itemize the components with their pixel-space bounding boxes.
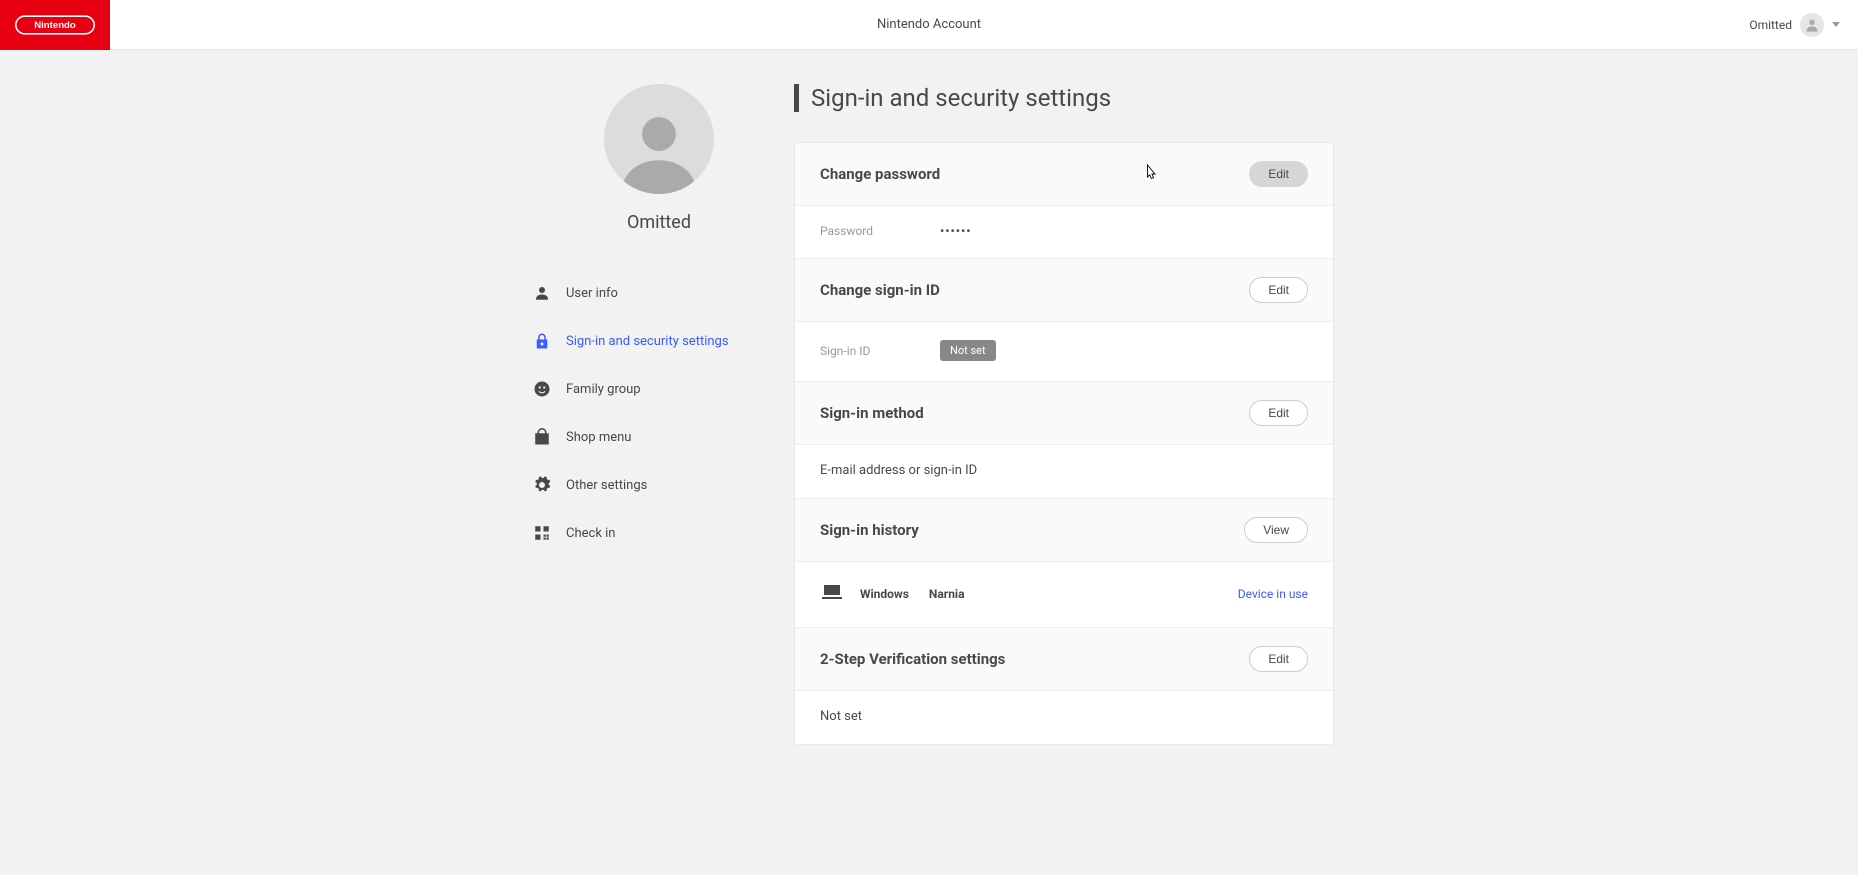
nintendo-logo[interactable]: Nintendo — [0, 0, 110, 50]
nintendo-logo-icon: Nintendo — [15, 15, 95, 35]
device-location: Narnia — [929, 587, 965, 601]
sidebar-item-other-settings[interactable]: Other settings — [532, 461, 794, 509]
profile-avatar[interactable] — [604, 84, 714, 194]
sidebar-item-label: Sign-in and security settings — [566, 334, 729, 349]
avatar-icon — [1800, 13, 1824, 37]
view-signin-history-button[interactable]: View — [1244, 517, 1308, 543]
sidebar-item-shop-menu[interactable]: Shop menu — [532, 413, 794, 461]
header-user-name: Omitted — [1749, 18, 1792, 32]
edit-password-button[interactable]: Edit — [1249, 161, 1308, 187]
main-content: Sign-in and security settings Change pas… — [794, 84, 1334, 745]
section-title: Sign-in history — [820, 521, 919, 539]
sidebar-item-label: Other settings — [566, 478, 647, 493]
settings-card: Change password Edit Password •••••• Cha… — [794, 142, 1334, 745]
edit-signin-method-button[interactable]: Edit — [1249, 400, 1308, 426]
edit-signin-id-button[interactable]: Edit — [1249, 277, 1308, 303]
sidebar-item-signin-security[interactable]: Sign-in and security settings — [532, 317, 794, 365]
gear-icon — [532, 475, 552, 495]
device-status: Device in use — [1238, 587, 1308, 601]
section-body-signin-history: Windows Narnia Device in use — [795, 562, 1333, 628]
section-body-change-signin-id: Sign-in ID Not set — [795, 322, 1333, 382]
edit-two-step-button[interactable]: Edit — [1249, 646, 1308, 672]
section-body-two-step: Not set — [795, 691, 1333, 744]
section-title: Sign-in method — [820, 404, 924, 422]
section-head-change-password: Change password Edit — [795, 143, 1333, 206]
section-head-signin-history: Sign-in history View — [795, 499, 1333, 562]
family-icon — [532, 379, 552, 399]
password-label: Password — [820, 224, 940, 238]
two-step-text: Not set — [820, 709, 862, 724]
sidebar-item-user-info[interactable]: User info — [532, 269, 794, 317]
section-title: Change password — [820, 165, 940, 183]
sidebar-nav: User info Sign-in and security settings … — [524, 269, 794, 557]
header-title: Nintendo Account — [877, 17, 981, 32]
user-icon — [532, 283, 552, 303]
laptop-icon — [820, 580, 844, 607]
profile-name: Omitted — [627, 212, 691, 233]
page-title: Sign-in and security settings — [794, 84, 1334, 112]
global-header: Nintendo Nintendo Account Omitted — [0, 0, 1858, 50]
sidebar-item-family-group[interactable]: Family group — [532, 365, 794, 413]
shop-icon — [532, 427, 552, 447]
signin-method-text: E-mail address or sign-in ID — [820, 463, 977, 478]
page-body: Omitted User info Sign-in and security s… — [0, 50, 1858, 785]
qr-icon — [532, 523, 552, 543]
password-value: •••••• — [940, 224, 972, 238]
section-head-two-step: 2-Step Verification settings Edit — [795, 628, 1333, 691]
lock-icon — [532, 331, 552, 351]
sidebar: Omitted User info Sign-in and security s… — [524, 84, 794, 745]
not-set-badge: Not set — [940, 340, 996, 361]
svg-text:Nintendo: Nintendo — [34, 20, 76, 31]
section-head-signin-method: Sign-in method Edit — [795, 382, 1333, 445]
header-user-menu[interactable]: Omitted — [1749, 13, 1858, 37]
section-head-change-signin-id: Change sign-in ID Edit — [795, 259, 1333, 322]
section-title: 2-Step Verification settings — [820, 650, 1005, 668]
section-body-change-password: Password •••••• — [795, 206, 1333, 259]
sidebar-item-label: User info — [566, 286, 618, 301]
signin-id-label: Sign-in ID — [820, 344, 940, 358]
sidebar-item-label: Check in — [566, 526, 615, 541]
section-body-signin-method: E-mail address or sign-in ID — [795, 445, 1333, 499]
sidebar-item-label: Shop menu — [566, 430, 631, 445]
chevron-down-icon — [1832, 22, 1840, 27]
device-os: Windows — [860, 587, 909, 601]
sidebar-item-check-in[interactable]: Check in — [532, 509, 794, 557]
section-title: Change sign-in ID — [820, 281, 940, 299]
sidebar-item-label: Family group — [566, 382, 641, 397]
